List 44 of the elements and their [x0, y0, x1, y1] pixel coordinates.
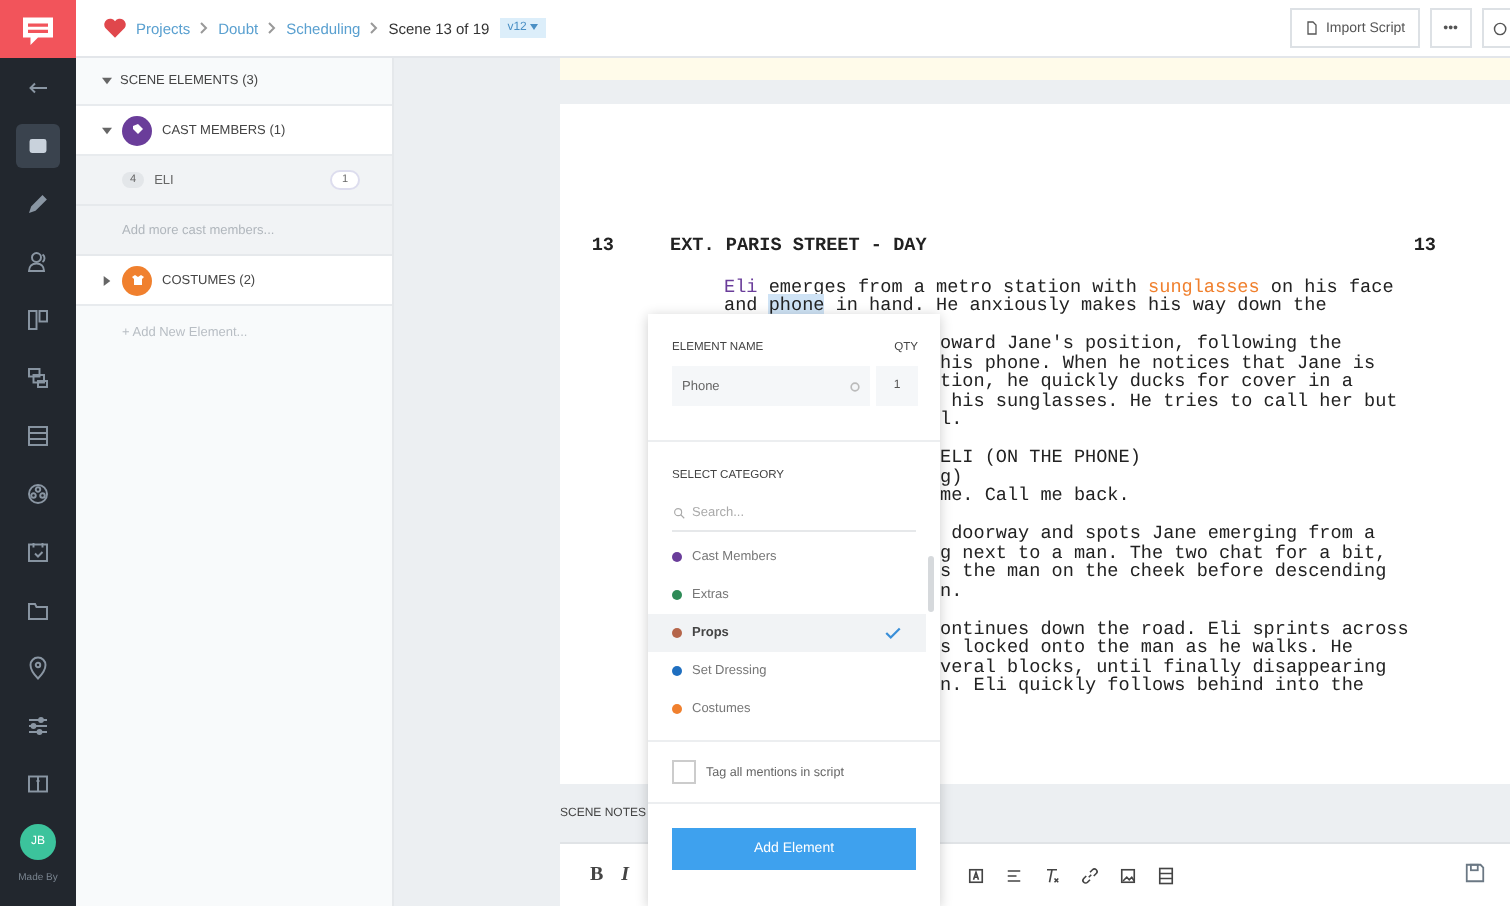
- speech-bubble-icon: [1490, 19, 1508, 37]
- text-box-icon[interactable]: [965, 865, 986, 885]
- script-line: veral blocks, until finally disappearing: [940, 655, 1387, 677]
- script-line: me. Call me back.: [940, 484, 1130, 506]
- script-line: ELI (ON THE PHONE): [940, 446, 1141, 468]
- bold-button[interactable]: B: [590, 864, 604, 886]
- card-icon[interactable]: [16, 123, 60, 167]
- clear-format-icon[interactable]: [1041, 865, 1062, 885]
- collapse-toggle[interactable]: [102, 76, 112, 86]
- app-logo[interactable]: [0, 0, 76, 58]
- caret-icon: [530, 24, 539, 30]
- script-line: doorway and spots Jane emerging from a: [949, 522, 1376, 544]
- search-icon: [672, 505, 686, 519]
- script-line: s locked onto the man as he walks. He: [940, 636, 1353, 658]
- link-icon[interactable]: [1079, 865, 1100, 885]
- script-line: his sunglasses. He tries to call her but: [951, 389, 1398, 411]
- chevron-icon: [200, 22, 209, 34]
- script-line: Eli emerges from a metro station with sunglasses on his face: [722, 277, 1396, 296]
- script-line: s the man on the cheek before descending: [940, 560, 1387, 582]
- script-line: n.: [940, 579, 963, 601]
- script-line: l.: [940, 408, 963, 430]
- script-line: his phone. When he notices that Jane is: [940, 351, 1376, 373]
- script-line: ontinues down the road. Eli sprints across: [940, 617, 1409, 639]
- script-line: n. Eli quickly follows behind into the: [940, 674, 1365, 696]
- scene-number: 13: [1413, 236, 1436, 255]
- heart-icon: [104, 18, 126, 38]
- scene-heading: EXT. PARIS STREET - DAY: [670, 236, 927, 255]
- image-icon[interactable]: [1117, 865, 1138, 885]
- script-line: g next to a man. The two chat for a bit,: [940, 541, 1387, 563]
- group-toggle[interactable]: [102, 125, 112, 135]
- script-line: g): [940, 465, 963, 487]
- checkmark-icon: [884, 624, 902, 642]
- align-icon[interactable]: [1003, 865, 1024, 885]
- script-line: oward Jane's position, following the: [940, 332, 1342, 354]
- scene-number: 13: [589, 236, 614, 255]
- checkbox[interactable]: [672, 760, 696, 784]
- chevron-icon: [370, 22, 379, 34]
- document-icon: [1303, 20, 1320, 36]
- italic-button[interactable]: I: [621, 864, 630, 886]
- film-icon[interactable]: [1155, 865, 1176, 885]
- group-toggle[interactable]: [102, 275, 112, 285]
- script-line: tion, he quickly ducks for cover in a: [940, 370, 1353, 392]
- chevron-icon: [268, 22, 277, 34]
- comment-button[interactable]: [1482, 8, 1510, 48]
